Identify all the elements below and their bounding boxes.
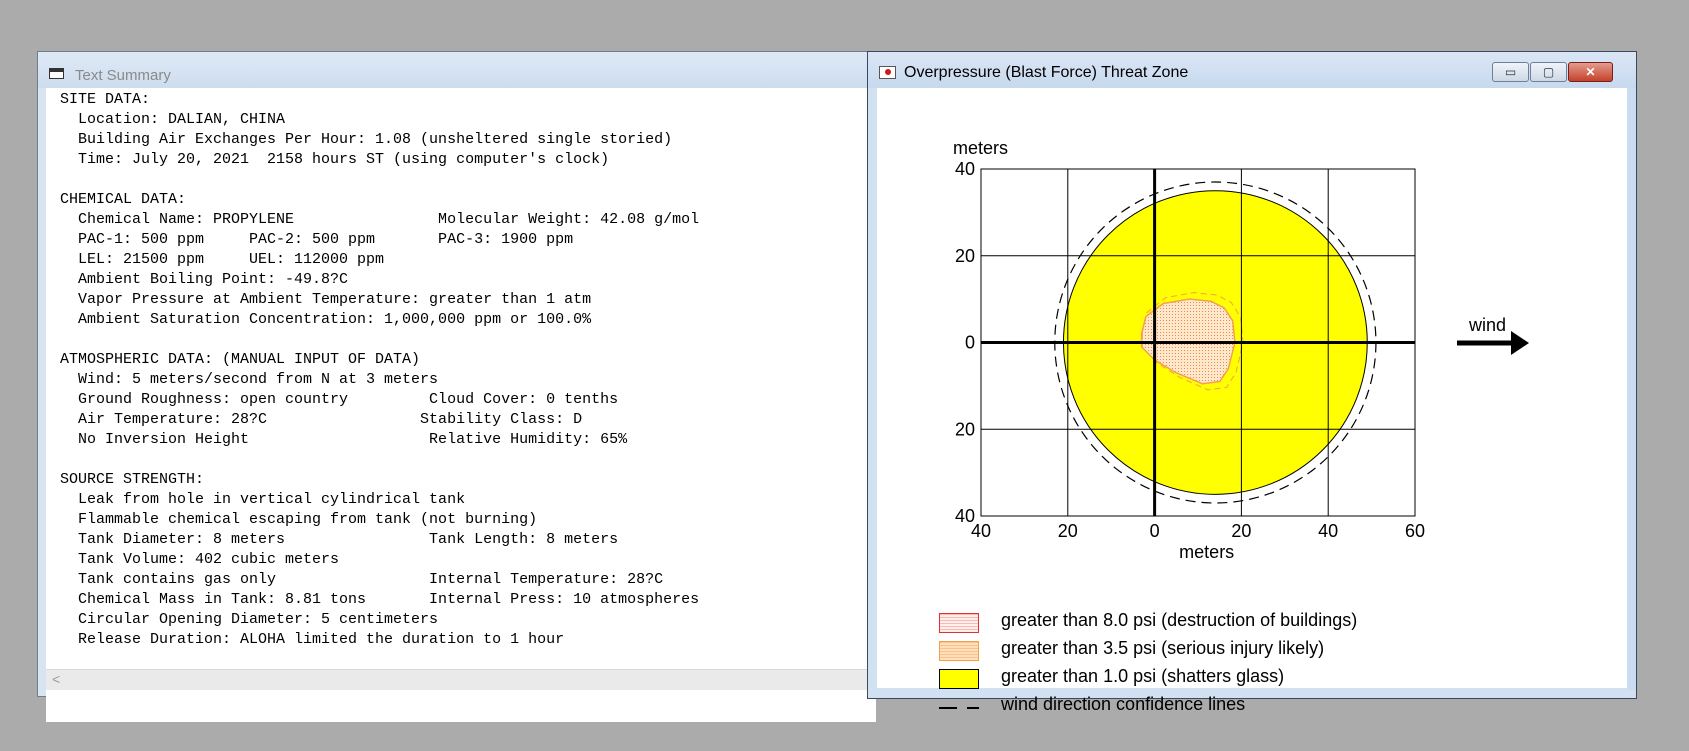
window-title: Text Summary xyxy=(75,67,171,84)
aloha-app-icon xyxy=(879,66,896,79)
scroll-left-arrow-icon[interactable]: < xyxy=(52,671,60,687)
threat-zone-titlebar[interactable]: Overpressure (Blast Force) Threat Zone ▭… xyxy=(868,52,1636,88)
legend-swatch xyxy=(939,669,979,689)
legend-label: greater than 8.0 psi (destruction of bui… xyxy=(1001,610,1358,630)
window-title: Overpressure (Blast Force) Threat Zone xyxy=(904,64,1189,81)
maximize-button[interactable]: ▢ xyxy=(1530,62,1567,82)
y-tick-label: 0 xyxy=(965,333,975,353)
minimize-button[interactable]: ▭ xyxy=(1492,62,1529,82)
legend-swatch xyxy=(939,707,979,709)
summary-text: SITE DATA: Location: DALIAN, CHINA Build… xyxy=(60,91,700,648)
y-tick-label: 20 xyxy=(955,246,975,266)
legend-label: wind direction confidence lines xyxy=(1001,694,1246,714)
text-summary-content[interactable]: SITE DATA: Location: DALIAN, CHINA Build… xyxy=(46,88,876,722)
y-tick-label: 40 xyxy=(955,506,975,526)
horizontal-scrollbar[interactable]: < xyxy=(46,669,874,690)
threat-zone-chart: 40 20 0 20 40 60402002040metersmeters wind xyxy=(953,138,1529,562)
x-tick-label: 60 xyxy=(1405,521,1425,541)
y-tick-label: 20 xyxy=(955,419,975,439)
x-axis-title: meters xyxy=(1179,542,1234,562)
y-axis-unit-label: meters xyxy=(953,138,1008,158)
x-tick-label: 40 xyxy=(1318,521,1338,541)
x-tick-label: 20 xyxy=(1231,521,1251,541)
x-tick-label: 20 xyxy=(1058,521,1078,541)
x-tick-label: 0 xyxy=(1150,521,1160,541)
wind-arrow-icon xyxy=(1511,331,1529,355)
text-summary-titlebar[interactable]: Text Summary xyxy=(38,52,874,88)
close-button[interactable]: ✕ xyxy=(1568,62,1613,82)
threat-zone-window: Overpressure (Blast Force) Threat Zone ▭… xyxy=(867,51,1637,714)
wind-label: wind xyxy=(1468,315,1506,335)
legend-swatch xyxy=(939,641,979,661)
legend-label: greater than 1.0 psi (shatters glass) xyxy=(1001,666,1285,686)
legend-label: greater than 3.5 psi (serious injury lik… xyxy=(1001,638,1325,658)
window-right-border xyxy=(1627,88,1636,690)
legend-swatch xyxy=(939,613,979,633)
window-icon xyxy=(49,68,64,79)
threat-zone-plot-area: 40 20 0 20 40 60 40 20 0 20 40 meters meters wind gr… xyxy=(877,88,1627,714)
y-tick-label: 40 xyxy=(955,159,975,179)
text-summary-window: Text Summary SITE DATA: Location: DALIAN… xyxy=(37,51,876,722)
